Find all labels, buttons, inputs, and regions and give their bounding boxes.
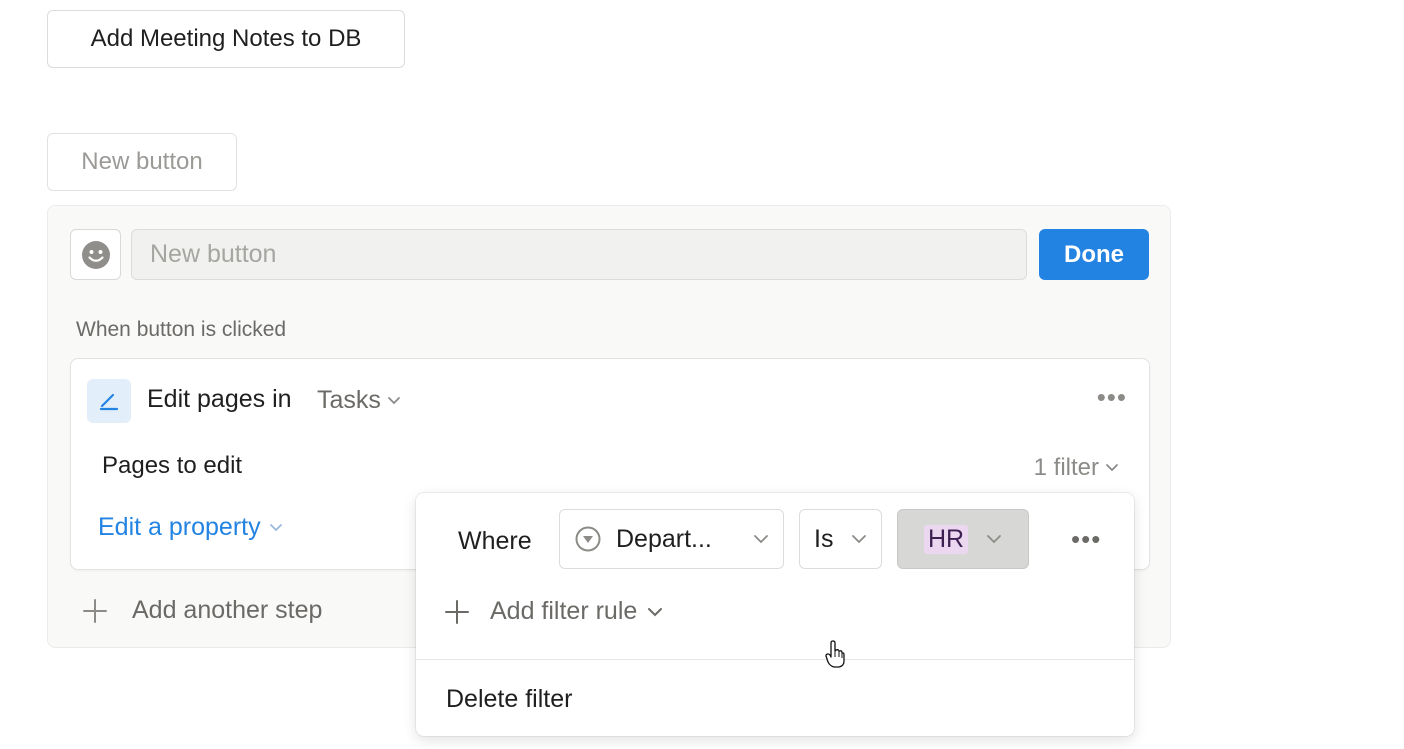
filter-operator-value: Is [814, 524, 834, 553]
edit-property-button[interactable]: Edit a property [98, 513, 283, 542]
edit-property-label: Edit a property [98, 513, 261, 541]
filter-operator-select[interactable]: Is [799, 509, 882, 569]
when-clicked-label: When button is clicked [76, 318, 287, 341]
pencil-edit-icon [87, 379, 131, 423]
plus-icon [445, 599, 469, 624]
done-button[interactable]: Done [1039, 229, 1149, 280]
chevron-down-icon [388, 396, 400, 404]
delete-filter-button[interactable]: Delete filter [446, 685, 572, 714]
filter-property-select[interactable]: Depart... [559, 509, 784, 569]
plus-icon [83, 598, 107, 623]
chevron-down-icon [648, 607, 663, 616]
filter-popup: Where Depart... Is HR ••• Add filter rul… [416, 493, 1134, 736]
chevron-down-icon [269, 523, 282, 531]
smiley-icon [81, 240, 110, 269]
new-button-label: New button [81, 148, 203, 175]
new-button[interactable]: New button [47, 133, 237, 191]
hand-cursor-icon [825, 640, 845, 668]
pages-to-edit-label: Pages to edit [102, 452, 243, 479]
emoji-picker-button[interactable] [70, 229, 121, 280]
add-another-step-label: Add another step [132, 596, 323, 624]
filter-value-tag: HR [924, 524, 969, 554]
filter-count-label: 1 filter [1033, 454, 1099, 481]
filter-property-value: Depart... [616, 524, 712, 553]
filter-rule-more-icon[interactable]: ••• [1071, 526, 1101, 552]
database-select[interactable]: Tasks [317, 386, 401, 415]
select-type-icon [575, 526, 601, 552]
where-label: Where [458, 527, 532, 555]
step-title: Edit pages in [147, 385, 292, 413]
add-meeting-notes-label: Add Meeting Notes to DB [90, 25, 362, 52]
done-label: Done [1064, 240, 1124, 268]
chevron-down-icon [986, 534, 1002, 544]
database-name: Tasks [317, 386, 381, 414]
filter-count-toggle[interactable]: 1 filter [1034, 454, 1119, 482]
button-name-input[interactable] [131, 229, 1027, 280]
add-meeting-notes-button[interactable]: Add Meeting Notes to DB [47, 10, 405, 68]
filter-value-select[interactable]: HR [897, 509, 1029, 569]
add-filter-rule-button[interactable]: Add filter rule [444, 597, 663, 626]
step-more-icon[interactable]: ••• [1097, 384, 1127, 410]
add-filter-rule-label: Add filter rule [490, 597, 638, 625]
popup-divider [416, 659, 1134, 660]
chevron-down-icon [851, 534, 867, 544]
chevron-down-icon [753, 534, 769, 544]
add-another-step-button[interactable]: Add another step [82, 596, 322, 625]
chevron-down-icon [1106, 464, 1118, 472]
